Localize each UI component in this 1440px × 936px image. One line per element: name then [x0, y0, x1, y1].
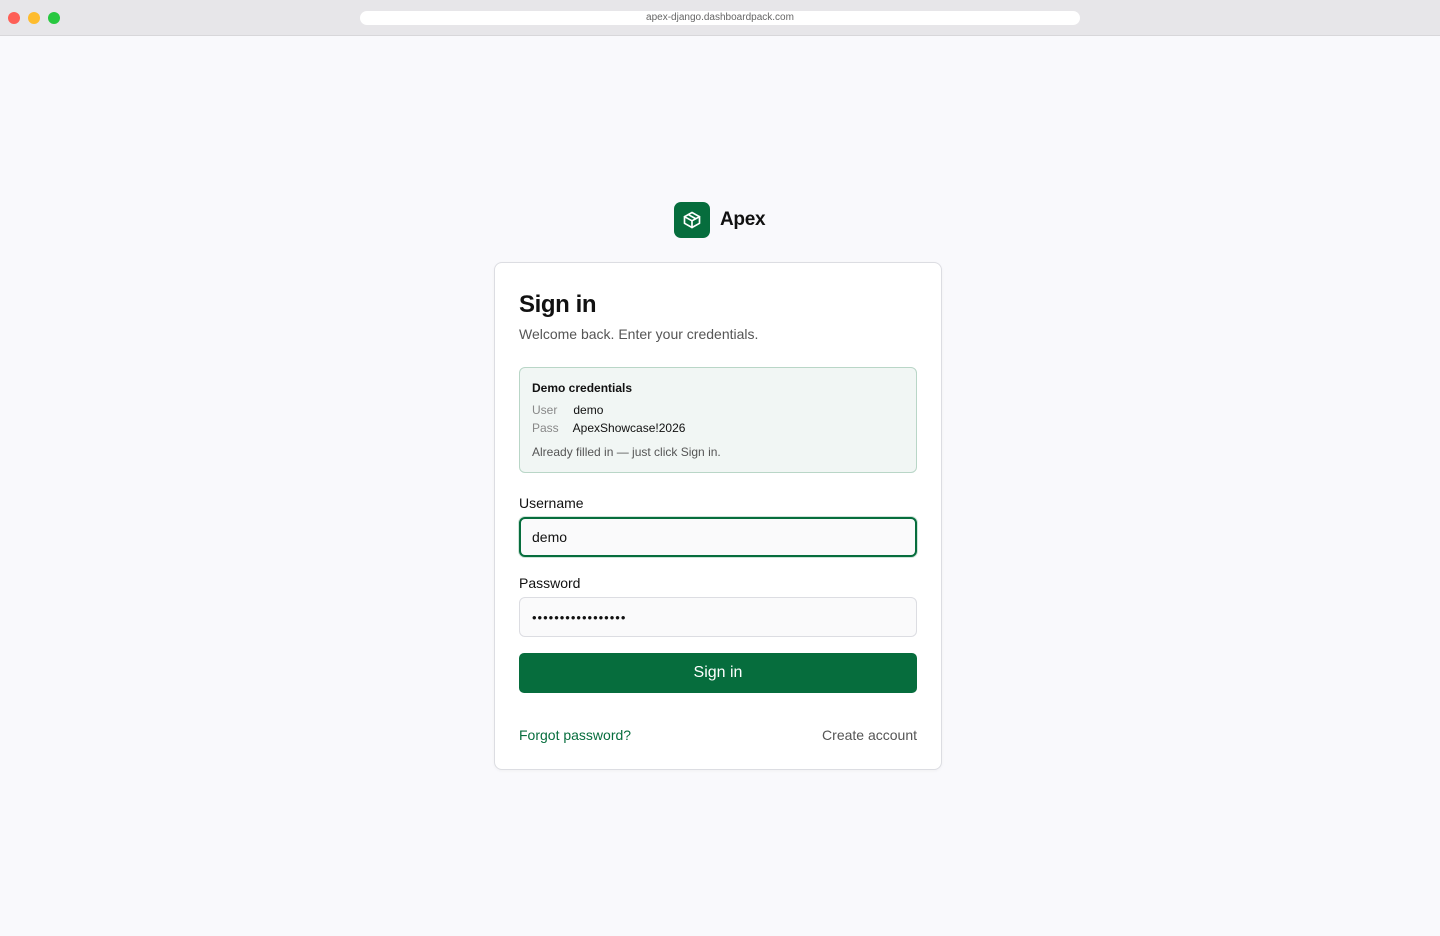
- username-label: Username: [519, 495, 584, 511]
- address-bar[interactable]: apex-django.dashboardpack.com: [360, 11, 1080, 25]
- brand-name: Apex: [720, 209, 766, 230]
- minimize-window-button[interactable]: [28, 12, 40, 24]
- brand-header: Apex: [674, 202, 766, 238]
- forgot-password-link[interactable]: Forgot password?: [519, 727, 631, 743]
- create-account-link[interactable]: Create account: [822, 727, 917, 743]
- package-icon: [674, 202, 710, 238]
- demo-pass-row: Pass ApexShowcase!2026: [532, 421, 685, 435]
- password-label: Password: [519, 575, 581, 591]
- demo-credentials-note: Already filled in — just click Sign in.: [532, 445, 721, 459]
- demo-user-key: User: [532, 403, 558, 417]
- demo-credentials-box: Demo credentials User demo Pass ApexShow…: [519, 367, 917, 473]
- page-subtitle: Welcome back. Enter your credentials.: [519, 326, 759, 342]
- username-input[interactable]: [519, 517, 917, 557]
- maximize-window-button[interactable]: [48, 12, 60, 24]
- demo-credentials-title: Demo credentials: [532, 381, 633, 395]
- browser-toolbar: apex-django.dashboardpack.com: [0, 0, 1440, 36]
- demo-user-row: User demo: [532, 403, 603, 417]
- sign-in-button[interactable]: Sign in: [519, 653, 917, 693]
- close-window-button[interactable]: [8, 12, 20, 24]
- demo-user-value: demo: [573, 403, 604, 417]
- demo-pass-key: Pass: [532, 421, 559, 435]
- demo-pass-value: ApexShowcase!2026: [572, 421, 686, 435]
- password-input[interactable]: [519, 597, 917, 637]
- signin-card: Sign in Welcome back. Enter your credent…: [494, 262, 942, 770]
- page-title: Sign in: [519, 291, 597, 318]
